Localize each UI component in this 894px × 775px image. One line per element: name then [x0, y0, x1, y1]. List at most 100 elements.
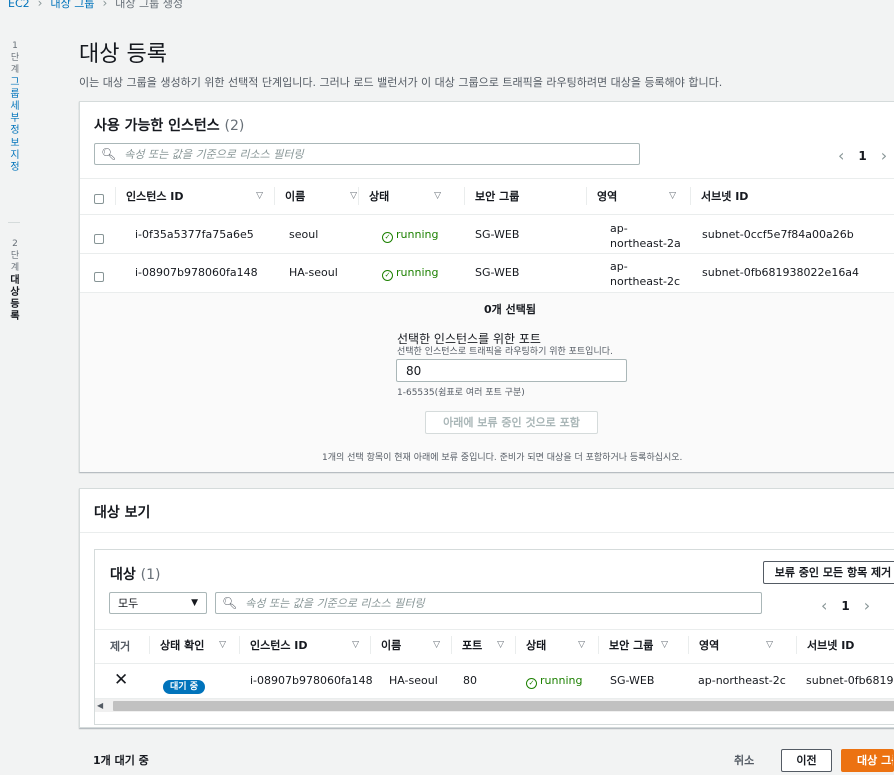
target-security-group: SG-WEB: [610, 674, 655, 687]
col-security-group[interactable]: 보안 그룹: [464, 187, 584, 205]
col-instance-id[interactable]: 인스턴스 ID ▽: [115, 187, 273, 205]
scrollbar-thumb[interactable]: [113, 701, 894, 711]
target-port: 80: [463, 674, 477, 687]
chevron-right-icon[interactable]: ›: [864, 596, 870, 615]
step-2-number: 2 단계: [10, 239, 20, 274]
sort-icon: ▽: [661, 640, 668, 650]
target-subnet: subnet-0fb681938: [806, 674, 894, 687]
target-name: HA-seoul: [389, 674, 438, 687]
col-target-name[interactable]: 이름 ▽: [370, 636, 450, 654]
review-targets-panel: 대상 보기 대상 (1) 보류 중인 모든 항목 제거 모두 ▼ 🔍︎ 속성 또…: [79, 488, 894, 728]
create-target-group-button[interactable]: 대상 그룹 생성: [841, 749, 894, 772]
targets-page-number[interactable]: 1: [841, 599, 849, 613]
table-row[interactable]: i-0f35a5377fa75a6e5 seoul ✓ running SG-WE…: [80, 215, 894, 253]
instance-state: ✓ running: [382, 266, 438, 281]
breadcrumb-target-groups[interactable]: 대상 그룹: [50, 0, 94, 11]
col-health[interactable]: 상태 확인 ▽: [149, 636, 236, 654]
port-hint: 1-65535(쉼표로 여러 포트 구분): [397, 388, 525, 398]
instance-id: i-08907b978060fa148: [135, 266, 258, 279]
col-port[interactable]: 포트 ▽: [451, 636, 514, 654]
horizontal-scrollbar[interactable]: ◀: [95, 698, 894, 712]
targets-title: 대상: [110, 567, 136, 583]
filter-select-value: 모두: [118, 597, 139, 610]
sort-icon: ▽: [434, 191, 441, 201]
check-circle-icon: ✓: [382, 270, 393, 281]
search-icon: 🔍︎: [101, 147, 117, 161]
instances-pagination: ‹ 1 ›: [838, 146, 887, 165]
col-name[interactable]: 이름 ▽: [274, 187, 367, 205]
pending-note: 1개의 선택 항목이 현재 아래에 보류 중입니다. 준비가 되면 대상을 더 …: [322, 453, 683, 463]
filter-select[interactable]: 모두 ▼: [109, 592, 207, 614]
instances-search-input[interactable]: 🔍︎ 속성 또는 값을 기준으로 리소스 필터링: [94, 143, 640, 165]
sort-icon: ▽: [219, 640, 226, 650]
chevron-left-icon[interactable]: ‹: [838, 146, 844, 165]
port-description: 선택한 인스턴스로 트래픽을 라우팅하기 위한 포트입니다.: [397, 347, 613, 357]
target-zone: ap-northeast-2c: [698, 674, 786, 687]
check-circle-icon: ✓: [526, 678, 537, 689]
targets-pagination: ‹ 1 ›: [821, 596, 870, 615]
row-checkbox[interactable]: [94, 229, 104, 248]
instance-id: i-0f35a5377fa75a6e5: [135, 228, 254, 241]
col-target-zone[interactable]: 영역 ▽: [688, 636, 783, 654]
page-description: 이는 대상 그룹을 생성하기 위한 선택적 단계입니다. 그러나 로드 밸런서가…: [79, 76, 723, 89]
sort-icon: ▽: [497, 640, 504, 650]
include-pending-button[interactable]: 아래에 보류 중인 것으로 포함: [425, 411, 598, 434]
available-instances-title: 사용 가능한 인스턴스: [94, 118, 220, 134]
sort-icon: ▽: [433, 640, 440, 650]
selection-area: [80, 292, 894, 472]
col-target-instance-id[interactable]: 인스턴스 ID ▽: [239, 636, 369, 654]
instance-zone: ap-northeast-2a: [610, 222, 681, 250]
scroll-left-icon[interactable]: ◀: [97, 701, 103, 710]
instances-page-number[interactable]: 1: [858, 149, 866, 163]
instance-subnet: subnet-0ccf5e7f84a00a26b: [702, 228, 854, 241]
step-1[interactable]: 1 단계 그룹 세부 정보 지정: [8, 40, 22, 174]
col-target-subnet[interactable]: 서브넷 ID: [796, 636, 894, 654]
col-target-security-group[interactable]: 보안 그룹 ▽: [598, 636, 678, 654]
search-icon: 🔍︎: [222, 596, 238, 610]
check-circle-icon: ✓: [382, 232, 393, 243]
chevron-left-icon[interactable]: ‹: [821, 596, 827, 615]
col-remove: 제거: [110, 640, 131, 653]
remove-all-pending-button[interactable]: 보류 중인 모든 항목 제거: [763, 561, 894, 584]
targets-search-input[interactable]: 🔍︎ 속성 또는 값을 기준으로 리소스 필터링: [215, 592, 762, 614]
instance-security-group: SG-WEB: [475, 228, 520, 241]
breadcrumb: EC2 › 대상 그룹 › 대상 그룹 생성: [8, 0, 183, 11]
table-row[interactable]: i-08907b978060fa148 HA-seoul ✓ running SG…: [80, 254, 894, 292]
chevron-right-icon: ›: [37, 0, 43, 10]
breadcrumb-current: 대상 그룹 생성: [115, 0, 183, 10]
sort-icon: ▽: [352, 640, 359, 650]
select-all-checkbox[interactable]: [94, 189, 104, 208]
port-input[interactable]: 80: [396, 359, 627, 382]
col-state[interactable]: 상태 ▽: [358, 187, 451, 205]
col-target-state[interactable]: 상태 ▽: [515, 636, 595, 654]
breadcrumb-ec2[interactable]: EC2: [8, 0, 30, 10]
row-checkbox[interactable]: [94, 267, 104, 286]
review-targets-title: 대상 보기: [94, 505, 151, 521]
available-instances-count: (2): [224, 118, 245, 134]
status-badge: 대기 중: [163, 674, 205, 694]
sort-icon: ▽: [669, 191, 676, 201]
previous-button[interactable]: 이전: [781, 749, 832, 772]
divider: [80, 178, 894, 179]
step-2: 2 단계 대상 등록: [8, 238, 22, 323]
step-1-number: 1 단계: [10, 41, 20, 76]
pending-count: 1개 대기 중: [93, 754, 149, 767]
targets-count: (1): [140, 567, 161, 583]
col-zone[interactable]: 영역 ▽: [586, 187, 686, 205]
close-icon[interactable]: ✕: [114, 670, 128, 690]
instance-name: HA-seoul: [289, 266, 338, 279]
step-2-label: 대상 등록: [10, 274, 20, 323]
table-row: ✕ 대기 중 i-08907b978060fa148 HA-seoul 80 ✓…: [95, 664, 894, 698]
divider: [95, 629, 894, 630]
step-1-label[interactable]: 그룹 세부 정보 지정: [8, 77, 22, 175]
sort-icon: ▽: [578, 640, 585, 650]
chevron-right-icon[interactable]: ›: [881, 146, 887, 165]
chevron-right-icon: ›: [102, 0, 108, 10]
col-subnet[interactable]: 서브넷 ID: [690, 187, 890, 205]
instances-search-placeholder: 속성 또는 값을 기준으로 리소스 필터링: [124, 148, 304, 161]
sort-icon: ▽: [766, 640, 773, 650]
cancel-button[interactable]: 취소: [734, 752, 754, 768]
instance-state: ✓ running: [382, 228, 438, 243]
available-instances-panel: 사용 가능한 인스턴스 (2) 🔍︎ 속성 또는 값을 기준으로 리소스 필터링…: [79, 101, 894, 472]
sort-icon: ▽: [256, 191, 263, 201]
